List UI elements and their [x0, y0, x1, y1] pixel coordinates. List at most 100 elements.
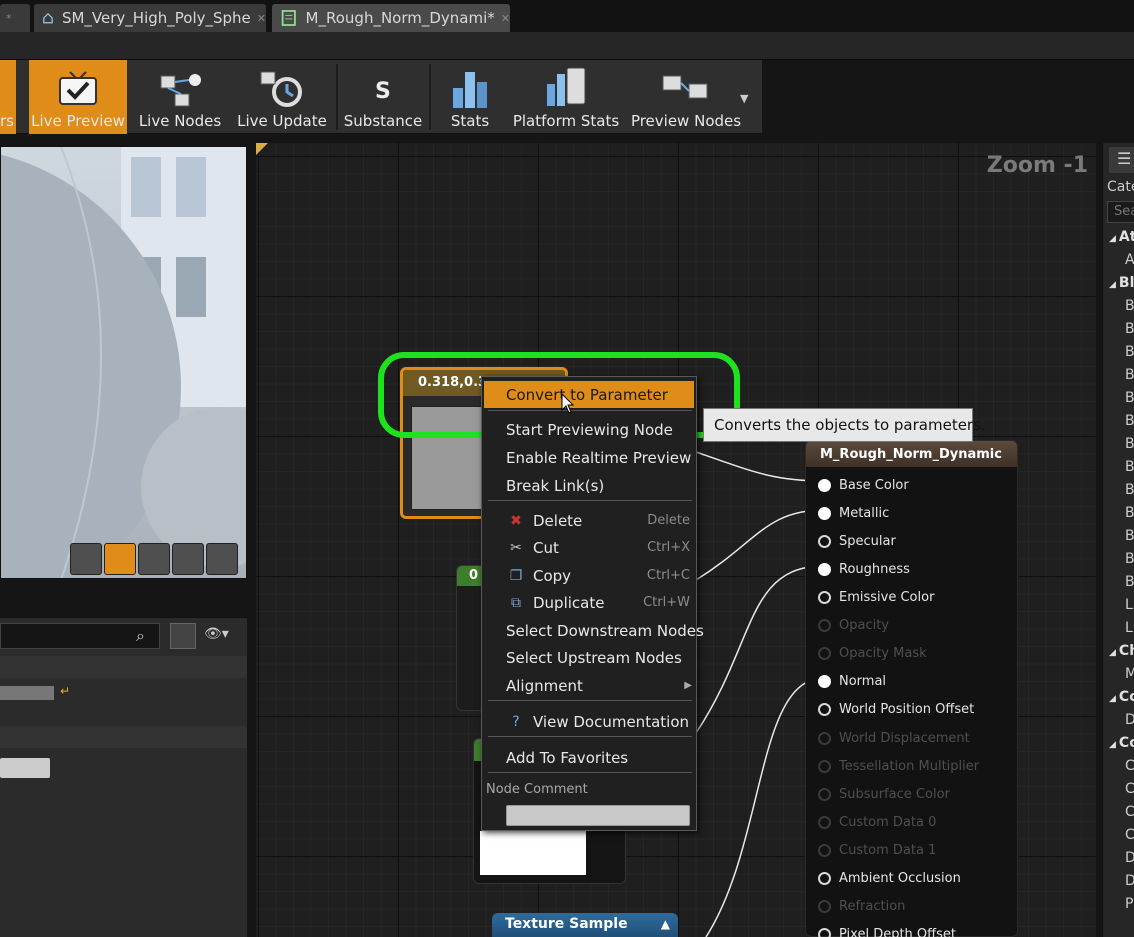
material-output-node[interactable]: M_Rough_Norm_Dynamic Base Color Metallic S… — [805, 440, 1018, 937]
palette-item[interactable]: D — [1125, 712, 1134, 728]
menu-item[interactable]: ✖ Delete Delete — [482, 507, 696, 534]
palette-item[interactable]: B — [1125, 482, 1134, 498]
preview-plane-button[interactable] — [138, 543, 170, 575]
material-pin[interactable]: Base Color — [818, 476, 909, 494]
pin-circle-icon[interactable] — [818, 534, 831, 548]
toolbar-button-partial[interactable]: rs — [0, 60, 16, 134]
details-field[interactable] — [0, 758, 50, 778]
palette-item[interactable]: B — [1125, 367, 1134, 383]
palette-item[interactable]: B — [1125, 505, 1134, 521]
details-category[interactable] — [0, 656, 247, 678]
palette-item[interactable]: C — [1125, 758, 1134, 774]
palette-item[interactable]: D — [1125, 873, 1134, 889]
details-slider[interactable] — [0, 686, 54, 700]
pin-circle-icon[interactable] — [818, 787, 831, 801]
material-pin[interactable]: Normal — [818, 672, 886, 690]
texture-sample-node[interactable]: Texture Sample ▲ — [492, 913, 678, 937]
palette-item[interactable]: C — [1125, 781, 1134, 797]
material-pin[interactable]: Ambient Occlusion — [818, 869, 961, 887]
palette-item[interactable]: M — [1125, 666, 1134, 682]
substance-button[interactable]: S Substance — [342, 60, 424, 134]
menu-item[interactable]: Add To Favorites — [482, 744, 696, 771]
material-pin[interactable]: World Position Offset — [818, 700, 974, 718]
material-pin[interactable]: Specular — [818, 532, 896, 550]
live-nodes-button[interactable]: Live Nodes — [136, 60, 224, 134]
material-pin[interactable]: Subsurface Color — [818, 785, 950, 803]
palette-category[interactable]: ◢Co — [1109, 689, 1134, 705]
platform-stats-button[interactable]: Platform Stats — [510, 60, 622, 134]
palette-category[interactable]: ◢Co — [1109, 735, 1134, 751]
chevron-down-icon[interactable]: ▼ — [740, 92, 748, 105]
eye-icon[interactable]: 👁▾ — [204, 626, 229, 642]
palette-item[interactable]: B — [1125, 298, 1134, 314]
palette-item[interactable]: A — [1125, 252, 1134, 268]
palette-item[interactable]: B — [1125, 390, 1134, 406]
live-update-button[interactable]: Live Update — [234, 60, 330, 134]
palette-item[interactable]: B — [1125, 459, 1134, 475]
preview-sphere-button[interactable] — [104, 543, 136, 575]
expand-icon[interactable]: ◢ — [1109, 234, 1116, 244]
palette-item[interactable]: B — [1125, 528, 1134, 544]
palette-item[interactable]: B — [1125, 436, 1134, 452]
material-pin[interactable]: Roughness — [818, 560, 910, 578]
pin-circle-icon[interactable] — [818, 506, 831, 520]
pin-circle-icon[interactable] — [818, 871, 831, 885]
close-icon[interactable]: ✕ — [501, 12, 510, 25]
preview-mesh-button[interactable] — [206, 543, 238, 575]
palette-item[interactable]: B — [1125, 344, 1134, 360]
menu-item[interactable]: Enable Realtime Preview — [482, 444, 696, 471]
palette-item[interactable]: B — [1125, 321, 1134, 337]
palette-item[interactable]: L — [1125, 597, 1133, 613]
menu-item[interactable]: Select Upstream Nodes — [482, 644, 696, 671]
palette-item[interactable]: D — [1125, 850, 1134, 866]
pin-circle-icon[interactable] — [818, 646, 831, 660]
menu-item[interactable]: ❐ Copy Ctrl+C — [482, 562, 696, 589]
reset-icon[interactable]: ↵ — [60, 684, 70, 698]
palette-tab[interactable]: ☰ — [1109, 147, 1134, 173]
material-pin[interactable]: Emissive Color — [818, 588, 934, 606]
details-category[interactable] — [0, 726, 247, 748]
tab-previous[interactable]: * — [0, 4, 30, 32]
material-pin[interactable]: Opacity — [818, 616, 889, 634]
menu-item[interactable]: ? View Documentation — [482, 708, 696, 735]
material-pin[interactable]: World Displacement — [818, 729, 970, 747]
pin-circle-icon[interactable] — [818, 759, 831, 773]
pin-circle-icon[interactable] — [818, 590, 831, 604]
pin-circle-icon[interactable] — [818, 618, 831, 632]
expand-icon[interactable]: ◢ — [1109, 694, 1116, 704]
pin-circle-icon[interactable] — [818, 674, 831, 688]
pin-circle-icon[interactable] — [818, 843, 831, 857]
menu-item[interactable]: Convert to Parameter — [484, 381, 694, 408]
palette-category[interactable]: ◢ Bl — [1109, 275, 1134, 291]
pin-circle-icon[interactable] — [818, 899, 831, 913]
palette-item[interactable]: B — [1125, 574, 1134, 590]
palette-item[interactable]: B — [1125, 413, 1134, 429]
material-pin[interactable]: Custom Data 1 — [818, 841, 936, 859]
pin-circle-icon[interactable] — [818, 731, 831, 745]
expand-icon[interactable]: ◢ — [1109, 648, 1116, 658]
preview-nodes-button[interactable]: Preview Nodes — [630, 60, 742, 134]
palette-category[interactable]: ◢Ch — [1109, 643, 1134, 659]
palette-item[interactable]: C — [1125, 827, 1134, 843]
menu-item[interactable]: Select Downstream Nodes — [482, 617, 704, 644]
material-pin[interactable]: Pixel Depth Offset — [818, 925, 956, 937]
palette-item[interactable]: B — [1125, 551, 1134, 567]
preview-viewport[interactable] — [0, 146, 247, 579]
live-preview-button[interactable]: Live Preview — [29, 60, 127, 134]
pin-circle-icon[interactable] — [818, 702, 831, 716]
pin-circle-icon[interactable] — [818, 562, 831, 576]
material-pin[interactable]: Metallic — [818, 504, 889, 522]
palette-item[interactable]: C — [1125, 804, 1134, 820]
preview-cylinder-button[interactable] — [70, 543, 102, 575]
pin-circle-icon[interactable] — [818, 478, 831, 492]
pin-circle-icon[interactable] — [818, 815, 831, 829]
menu-item[interactable]: ✂ Cut Ctrl+X — [482, 534, 696, 561]
menu-item[interactable]: ⧉ Duplicate Ctrl+W — [482, 589, 696, 616]
material-pin[interactable]: Tessellation Multiplier — [818, 757, 979, 775]
palette-category[interactable]: ◢ At — [1109, 229, 1134, 245]
palette-search-input[interactable]: Sea — [1107, 201, 1134, 223]
material-pin[interactable]: Custom Data 0 — [818, 813, 936, 831]
expand-icon[interactable]: ◢ — [1109, 280, 1116, 290]
tab-static-mesh[interactable]: SM_Very_High_Poly_Sphe ✕ — [34, 4, 266, 32]
tab-material[interactable]: M_Rough_Norm_Dynami* ✕ — [272, 4, 510, 32]
